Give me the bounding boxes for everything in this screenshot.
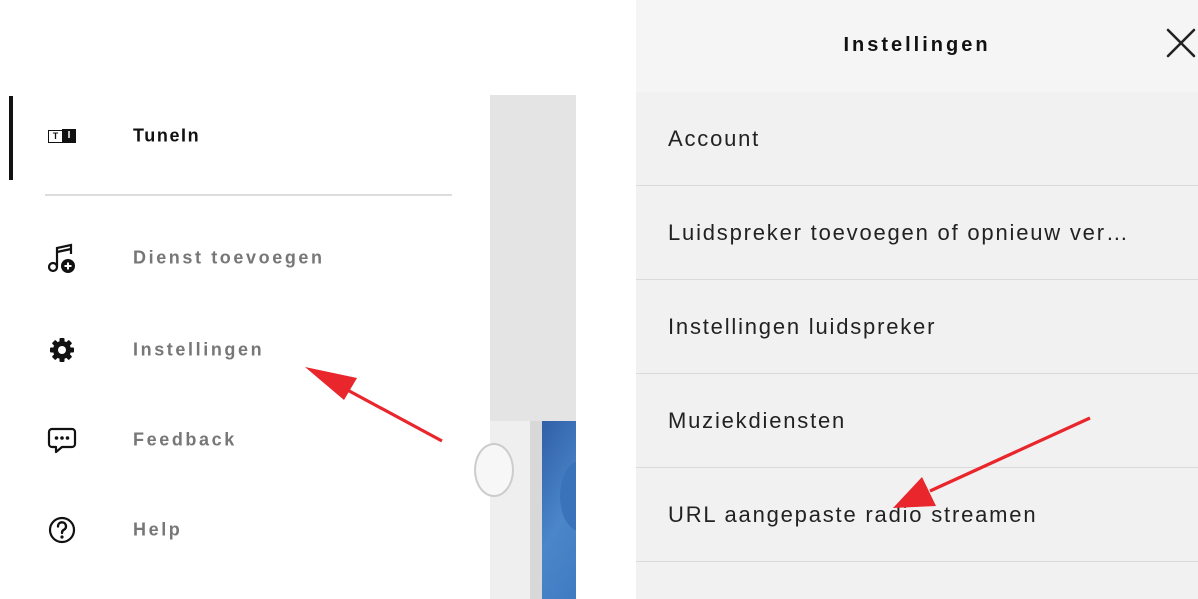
settings-title: Instellingen [843,34,991,56]
close-icon [1166,28,1196,58]
sidebar-item-settings[interactable]: Instellingen [0,322,470,378]
gear-icon [46,334,78,366]
background-content-strip [474,95,576,599]
sidebar-menu: T I TuneIn Dienst toevoegen Instellingen… [0,0,490,599]
sidebar-item-feedback[interactable]: Feedback [0,412,470,468]
sidebar-item-label: Help [133,519,183,540]
music-add-icon [46,242,78,274]
settings-item-label: URL aangepaste radio streamen [668,501,1038,527]
album-art-thumbnail [542,421,576,599]
card-gap [530,421,542,599]
settings-list: Account Luidspreker toevoegen of opnieuw… [636,92,1198,562]
sidebar-item-tunein[interactable]: T I TuneIn [0,108,470,164]
help-circle-icon [46,514,78,546]
sidebar-item-label: Dienst toevoegen [133,247,325,268]
sidebar-divider [45,194,452,196]
settings-item-music-services[interactable]: Muziekdiensten [636,374,1198,468]
sidebar-item-help[interactable]: Help [0,502,470,558]
settings-item-label: Luidspreker toevoegen of opnieuw ver… [668,219,1130,245]
speaker-icon [474,443,514,497]
sidebar-item-add-service[interactable]: Dienst toevoegen [0,230,470,286]
feedback-bubble-icon [46,424,78,456]
settings-item-label: Instellingen luidspreker [668,313,937,339]
close-button[interactable] [1164,26,1198,60]
sidebar-item-label: TuneIn [133,125,201,146]
settings-item-speaker-settings[interactable]: Instellingen luidspreker [636,280,1198,374]
settings-header: Instellingen [636,0,1198,92]
sidebar-item-label: Feedback [133,429,237,450]
settings-item-account[interactable]: Account [636,92,1198,186]
settings-item-add-speaker[interactable]: Luidspreker toevoegen of opnieuw ver… [636,186,1198,280]
settings-item-label: Account [668,125,761,151]
settings-item-custom-radio-url[interactable]: URL aangepaste radio streamen [636,468,1198,562]
settings-item-label: Muziekdiensten [668,407,847,433]
settings-panel: Instellingen Account Luidspreker toevoeg… [636,0,1198,599]
sidebar-item-label: Instellingen [133,339,265,360]
tunein-logo-icon: T I [46,120,78,152]
